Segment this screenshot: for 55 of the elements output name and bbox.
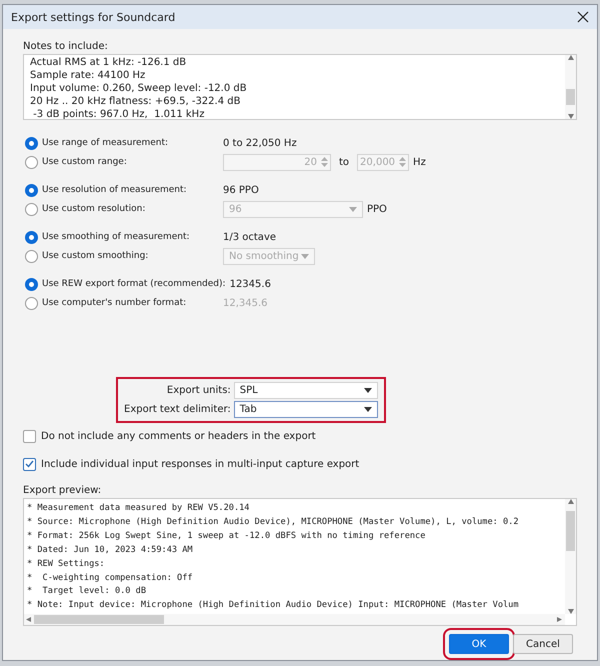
- scroll-arrow-icon[interactable]: [26, 617, 32, 622]
- unit-label: Hz: [413, 156, 426, 168]
- field-label: Export text delimiter:: [124, 404, 231, 415]
- checkbox-option[interactable]: Do not include any comments or headers in the export: [23, 427, 577, 445]
- preview-line: * C-weighting compensation: Off: [27, 572, 194, 585]
- caret-icon: [349, 206, 357, 212]
- preview-line: * Target level: 0.0 dB: [27, 585, 147, 598]
- note-line: Input volume: 0.260, Sweep level: -12.0 dB: [30, 82, 248, 95]
- preview-label: Export preview:: [23, 485, 102, 496]
- horizontal-scrollbar[interactable]: [24, 614, 565, 625]
- note-line: -3 dB points: 967.0 Hz, 1.011 kHz: [32, 108, 206, 119]
- option-value: 96 PPO: [223, 184, 259, 196]
- option-value: 12345.6: [230, 278, 271, 290]
- vertical-scrollbar[interactable]: [565, 55, 576, 119]
- radio-option[interactable]: Use computer's number format:: [23, 296, 219, 310]
- to-label: to: [339, 156, 350, 168]
- radio-option[interactable]: Use custom resolution:: [23, 202, 219, 216]
- vertical-scrollbar[interactable]: [565, 499, 576, 614]
- checkbox-option[interactable]: Include individual input responses in multi-input capture export: [23, 455, 577, 473]
- preview-line: * Dated: Jun 10, 2023 4:59:43 AM: [27, 544, 194, 557]
- cancel-button[interactable]: Cancel: [513, 634, 573, 654]
- window-title: Export settings for Soundcard: [11, 10, 176, 24]
- radio-option[interactable]: Use resolution of measurement:: [23, 184, 219, 196]
- preview-line: * Measurement data measured by REW V5.20.14: [27, 502, 250, 515]
- scroll-arrow-icon[interactable]: [568, 499, 574, 504]
- spinner-arrows-icon: [399, 156, 406, 168]
- note-line: Sample rate: 44100 Hz: [30, 69, 146, 82]
- preview-line: * REW Settings:: [27, 558, 106, 571]
- preview-line: * Format: 256k Log Swept Sine, 1 sweep at -12.0 dBFS with no timing reference: [27, 530, 426, 543]
- preview-line: * Source: Microphone (High Definition Audio Device), MICROPHONE (Master Volume), L, volume: 0.2: [27, 516, 520, 529]
- field-label: Export units:: [166, 385, 231, 396]
- note-line: Actual RMS at 1 kHz: -126.1 dB: [30, 56, 188, 69]
- notes-label: Notes to include:: [23, 41, 109, 52]
- caret-icon: [364, 407, 372, 412]
- export-dropdown[interactable]: SPL: [234, 382, 378, 399]
- note-line: 20 Hz .. 20 kHz flatness: +69.5, -322.4 dB: [30, 95, 242, 108]
- export-dropdown[interactable]: Tab: [234, 401, 378, 418]
- spinner-arrows-icon: [321, 156, 328, 168]
- scroll-arrow-icon[interactable]: [568, 55, 574, 60]
- caret-icon: [364, 388, 372, 393]
- notes-text-area[interactable]: Actual RMS at 1 kHz: -126.1 dB Sample rate: 44100 Hz Input volume: 0.260, Sweep level: -12.0 dB 20 Hz .. 20 kHz flatness: +69.5, -322.4 dB -3 dB points: 967.0 Hz, 1.011 kHz: [23, 54, 577, 120]
- scroll-arrow-icon[interactable]: [568, 114, 574, 119]
- checkmark-icon: [25, 460, 34, 468]
- radio-option[interactable]: Use smoothing of measurement:: [23, 230, 219, 244]
- unit-label: PPO: [367, 204, 387, 214]
- radio-option[interactable]: Use range of measurement:: [23, 136, 219, 150]
- radio-option[interactable]: Use custom range:: [23, 156, 219, 168]
- option-value: 1/3 octave: [223, 232, 276, 242]
- caret-icon: [301, 254, 309, 258]
- preview-line: * Note: Input device: Microphone (High Definition Audio Device) Input: MICROPHONE (Master Volum: [27, 599, 520, 612]
- option-value: 0 to 22,050 Hz: [223, 138, 297, 148]
- radio-option[interactable]: Use REW export format (recommended):: [23, 278, 226, 290]
- close-icon[interactable]: [577, 11, 589, 23]
- option-value: 12,345.6: [223, 298, 268, 308]
- radio-option[interactable]: Use custom smoothing:: [23, 250, 219, 262]
